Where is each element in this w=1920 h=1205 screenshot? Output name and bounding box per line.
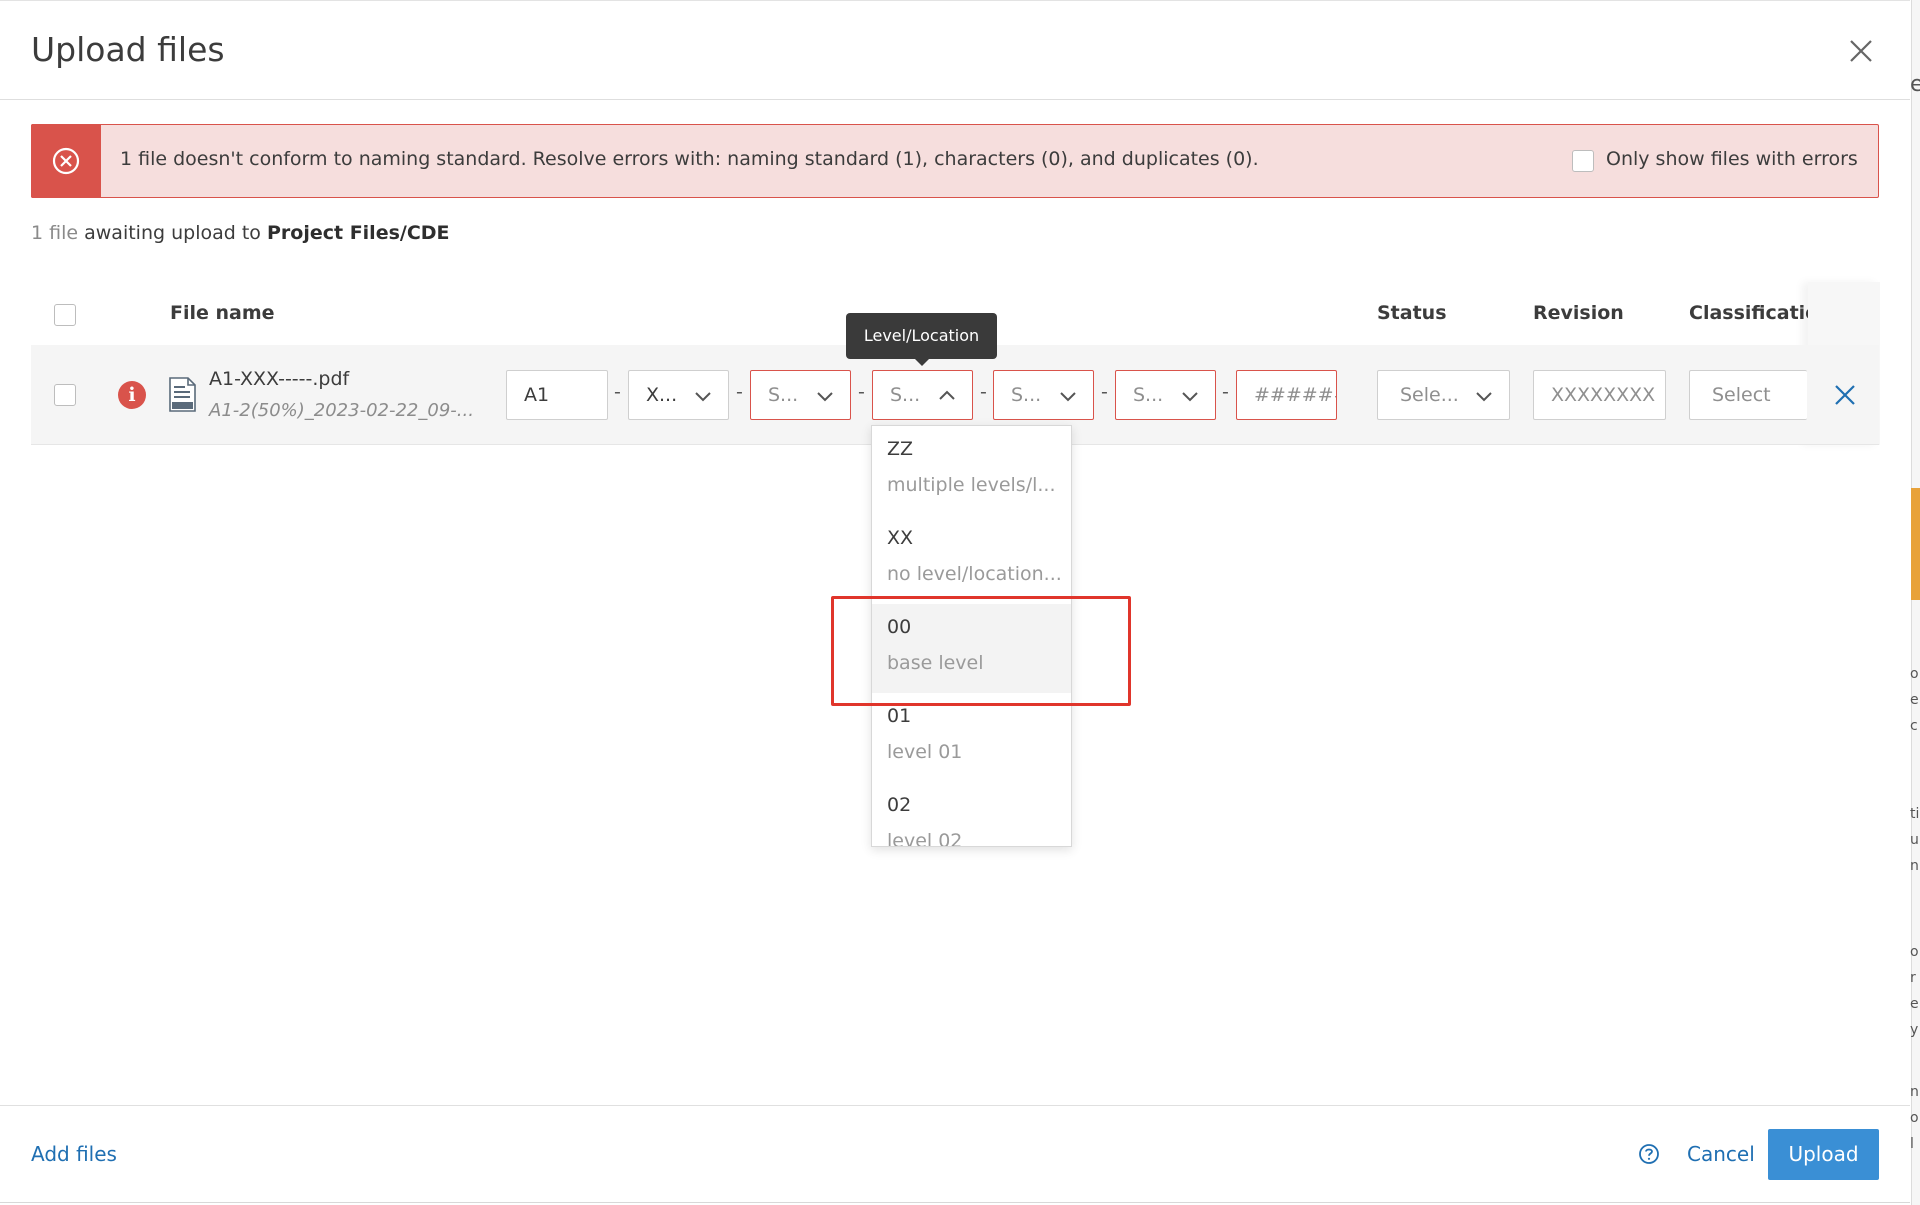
status-select[interactable]: Sele...: [1377, 370, 1510, 420]
background-text: ti: [1910, 806, 1920, 822]
header-revision[interactable]: Revision: [1533, 302, 1624, 324]
field-value: ######: [1254, 384, 1336, 406]
separator: -: [858, 381, 865, 403]
option-code: XX: [887, 527, 914, 549]
dropdown-option[interactable]: 01 level 01: [872, 693, 1071, 782]
name-field-project[interactable]: A1: [506, 370, 608, 420]
footer-divider: [0, 1105, 1910, 1106]
field-value: S...: [768, 384, 799, 406]
only-errors-checkbox[interactable]: [1572, 150, 1594, 172]
dropdown-option[interactable]: 02 level 02: [872, 782, 1071, 847]
header-divider: [0, 99, 1910, 100]
chevron-up-icon: [939, 390, 955, 400]
name-field-originator[interactable]: X...: [628, 370, 729, 420]
name-field-level-location[interactable]: S...: [872, 370, 973, 420]
field-value: A1: [524, 384, 550, 406]
revision-input[interactable]: XXXXXXXX: [1533, 370, 1666, 420]
background-text: n: [1910, 858, 1919, 874]
background-text: u: [1910, 832, 1919, 848]
header-classification[interactable]: Classification: [1689, 302, 1808, 324]
file-count: 1 file: [31, 222, 79, 244]
field-value: Select: [1712, 384, 1771, 406]
background-accent: [1911, 488, 1920, 600]
option-code: ZZ: [887, 438, 914, 460]
destination-folder: Project Files/CDE: [266, 222, 450, 244]
upload-button[interactable]: Upload: [1768, 1129, 1879, 1180]
error-circle-icon: [52, 147, 80, 175]
name-field-type[interactable]: S...: [993, 370, 1094, 420]
field-value: S...: [1133, 384, 1164, 406]
close-icon[interactable]: [1846, 36, 1876, 66]
header-file-name[interactable]: File name: [170, 302, 275, 324]
chevron-down-icon: [1060, 392, 1076, 402]
pdf-file-icon: [169, 377, 196, 412]
field-value: Sele...: [1400, 384, 1459, 406]
remove-file-icon[interactable]: [1833, 383, 1857, 407]
background-text: e: [1910, 996, 1919, 1012]
error-message: 1 file doesn't conform to naming standar…: [120, 148, 1259, 170]
dropdown-option[interactable]: ZZ multiple levels/l...: [872, 426, 1071, 515]
upload-summary: 1 file awaiting upload to Project Files/…: [31, 222, 450, 244]
cancel-button[interactable]: Cancel: [1687, 1142, 1755, 1166]
option-description: level 02: [887, 830, 963, 847]
summary-text: awaiting upload to: [84, 222, 261, 244]
name-field-role[interactable]: S...: [1115, 370, 1216, 420]
background-text: c: [1910, 718, 1918, 734]
annotation-highlight-box: [831, 596, 1131, 706]
separator: -: [1222, 381, 1229, 403]
background-text: o: [1910, 1110, 1919, 1126]
background-text: e: [1910, 692, 1919, 708]
info-icon: i: [118, 381, 146, 409]
add-files-link[interactable]: Add files: [31, 1142, 117, 1166]
option-code: 01: [887, 705, 912, 727]
option-code: 02: [887, 794, 912, 816]
name-field-number[interactable]: ######: [1236, 370, 1337, 420]
chevron-down-icon: [695, 392, 711, 402]
background-text: o: [1910, 944, 1919, 960]
background-text: l: [1910, 1136, 1914, 1152]
select-all-checkbox[interactable]: [54, 304, 76, 326]
tooltip-arrow: [914, 358, 930, 366]
classification-select[interactable]: Select: [1689, 370, 1807, 420]
dropdown-option[interactable]: XX no level/location...: [872, 515, 1071, 604]
separator: -: [980, 381, 987, 403]
original-file-name: A1-2(50%)_2023-02-22_09-...: [209, 400, 474, 421]
chevron-down-icon: [1182, 392, 1198, 402]
chevron-down-icon: [1476, 392, 1492, 402]
header-status[interactable]: Status: [1377, 302, 1447, 324]
separator: -: [1101, 381, 1108, 403]
background-text: o: [1910, 666, 1919, 682]
level-location-tooltip: Level/Location: [846, 313, 997, 359]
field-value: S...: [1011, 384, 1042, 406]
error-icon-box: [31, 124, 101, 198]
background-text: r: [1910, 970, 1916, 986]
background-text: y: [1910, 1022, 1919, 1038]
field-value: XXXXXXXX: [1551, 384, 1656, 406]
dialog-title: Upload files: [31, 30, 225, 69]
name-field-volume[interactable]: S...: [750, 370, 851, 420]
field-value: X...: [646, 384, 678, 406]
option-description: level 01: [887, 741, 963, 763]
background-text: n: [1910, 1084, 1919, 1100]
option-description: no level/location...: [887, 563, 1062, 585]
chevron-down-icon: [817, 392, 833, 402]
separator: -: [736, 381, 743, 403]
file-name[interactable]: A1-XXX-----.pdf: [209, 368, 349, 390]
row-checkbox[interactable]: [54, 384, 76, 406]
option-description: multiple levels/l...: [887, 474, 1056, 496]
background-text: e: [1910, 72, 1920, 97]
only-errors-label[interactable]: Only show files with errors: [1606, 148, 1858, 170]
field-value: S...: [890, 384, 921, 406]
separator: -: [614, 381, 621, 403]
help-icon[interactable]: [1638, 1143, 1660, 1165]
